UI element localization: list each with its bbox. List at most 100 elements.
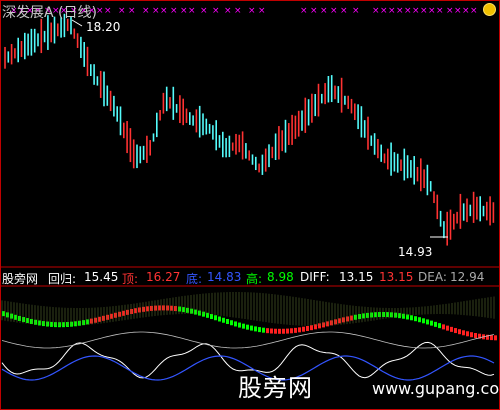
regress-label: 回归:	[48, 272, 77, 286]
band-segment	[454, 328, 457, 334]
marker-x: ×	[420, 6, 428, 16]
kline-chart[interactable]: × × × × × × × × × × × × × × × × × × × × × × × × × × × × × × × × × × × × × × × ×…	[0, 0, 500, 410]
band-segment	[294, 327, 297, 333]
high-price-label: 18.20	[86, 20, 121, 34]
band-segment	[250, 325, 253, 331]
marker-x: ×	[118, 6, 126, 16]
marker-x: ×	[212, 6, 220, 16]
band-segment	[410, 315, 413, 321]
settings-gear-icon[interactable]	[483, 3, 496, 16]
band-segment	[278, 328, 281, 334]
bottom-value: 14.83	[207, 270, 242, 284]
band-segment	[298, 327, 301, 333]
band-segment	[214, 315, 217, 321]
marker-x: ×	[104, 6, 112, 16]
marker-x: ×	[396, 6, 404, 16]
band-segment	[246, 324, 249, 330]
band-segment	[494, 335, 497, 341]
band-segment	[458, 329, 461, 335]
band-segment	[230, 320, 233, 326]
band-segment	[238, 322, 241, 328]
band-segment	[274, 328, 277, 334]
band-segment	[306, 325, 309, 331]
diff-label: DIFF:	[300, 270, 330, 284]
marker-x: ×	[320, 6, 328, 16]
band-segment	[286, 328, 289, 334]
marker-x: ×	[170, 6, 178, 16]
marker-x: ×	[462, 6, 470, 16]
marker-x: ×	[200, 6, 208, 16]
marker-x: ×	[330, 6, 338, 16]
band-segment	[222, 317, 225, 323]
marker-x: ×	[142, 6, 150, 16]
band-segment	[422, 318, 425, 324]
marker-x: ×	[446, 6, 454, 16]
marker-x: ×	[96, 6, 104, 16]
indicator-name: 股旁网	[2, 272, 39, 286]
marker-x: ×	[234, 6, 242, 16]
top-value: 16.27	[146, 270, 181, 284]
band-segment	[414, 316, 417, 322]
marker-x: ×	[372, 6, 380, 16]
marker-x: ×	[180, 6, 188, 16]
marker-x: ×	[248, 6, 256, 16]
watermark-url: www.gupang.com	[372, 379, 500, 398]
marker-x: ×	[352, 6, 360, 16]
marker-x: ×	[128, 6, 136, 16]
high-label: 高:	[246, 272, 263, 286]
band-segment	[446, 325, 449, 331]
band-segment	[434, 321, 437, 327]
marker-x: ×	[470, 6, 478, 16]
indicator-stat-bar: 股旁网 回归: 15.45 顶: 16.27 底: 14.83 高: 8.98 …	[0, 270, 500, 286]
band-segment	[462, 330, 465, 336]
marker-x: ×	[258, 6, 266, 16]
band-segment	[490, 335, 493, 341]
band-segment	[270, 328, 273, 334]
band-segment	[266, 328, 269, 334]
high-value: 8.98	[267, 270, 294, 284]
top-label: 顶:	[122, 272, 139, 286]
marker-x: ×	[300, 6, 308, 16]
band-segment	[290, 328, 293, 334]
band-segment	[470, 332, 473, 338]
band-segment	[450, 326, 453, 332]
marker-x: ×	[340, 6, 348, 16]
marker-x: ×	[152, 6, 160, 16]
marker-x: ×	[310, 6, 318, 16]
band-segment	[442, 324, 445, 330]
band-segment	[258, 327, 261, 333]
band-segment	[302, 326, 305, 332]
band-segment	[474, 333, 477, 339]
stock-chart-window: × × × × × × × × × × × × × × × × × × × × × × × × × × × × × × × × × × × × × × × ×…	[0, 0, 500, 410]
band-segment	[226, 319, 229, 325]
marker-x: ×	[454, 6, 462, 16]
band-segment	[418, 317, 421, 323]
band-segment	[218, 316, 221, 322]
diff-value: 13.15	[339, 270, 374, 284]
dea-value: 12.94	[450, 270, 485, 284]
band-segment	[262, 327, 265, 333]
band-segment	[438, 323, 441, 329]
watermark-text: 股旁网	[238, 374, 313, 402]
band-segment	[254, 326, 257, 332]
band-segment	[430, 320, 433, 326]
band-segment	[234, 321, 237, 327]
marker-x: ×	[224, 6, 232, 16]
chart-title: 深发展A (日线)	[2, 5, 97, 21]
marker-x: ×	[436, 6, 444, 16]
dea-label: DEA:	[418, 270, 447, 284]
bottom-label: 底:	[186, 272, 203, 286]
regress-value: 15.45	[84, 270, 119, 284]
marker-x: ×	[188, 6, 196, 16]
low-price-label: 14.93	[398, 245, 433, 259]
marker-x: ×	[388, 6, 396, 16]
diff-value-2: 13.15	[379, 270, 414, 284]
band-segment	[282, 328, 285, 334]
band-segment	[466, 331, 469, 337]
marker-x: ×	[380, 6, 388, 16]
marker-x: ×	[404, 6, 412, 16]
marker-x: ×	[160, 6, 168, 16]
marker-x: ×	[428, 6, 436, 16]
marker-x: ×	[412, 6, 420, 16]
band-segment	[242, 323, 245, 329]
